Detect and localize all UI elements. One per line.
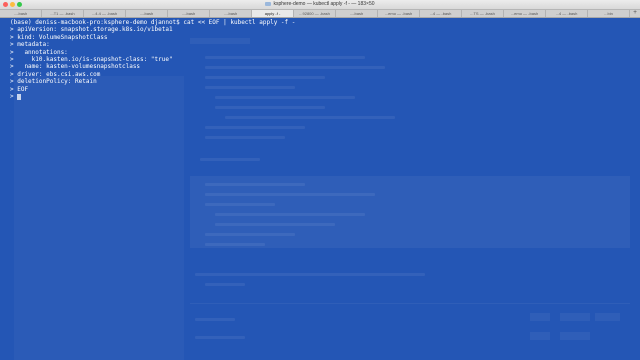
tab[interactable]: ...emo — -bash <box>504 10 546 17</box>
terminal-line: > EOF <box>10 85 29 93</box>
terminal-prompt-line: > <box>10 93 630 100</box>
terminal-line: > kind: VolumeSnapshotClass <box>10 33 108 41</box>
terminal-window: ksphere-demo — kubectl apply -f - — 183×… <box>0 0 640 360</box>
tab[interactable]: ...TS — -bash <box>462 10 504 17</box>
terminal-line: > apiVersion: snapshot.storage.k8s.io/v1… <box>10 26 173 34</box>
text-cursor <box>17 93 22 100</box>
terminal-line: (base) deniss-macbook-pro:ksphere-demo d… <box>10 19 296 26</box>
terminal-line: > annotations: <box>10 48 68 56</box>
tab[interactable]: ...-bash <box>126 10 168 17</box>
tab-active[interactable]: apply -f - <box>252 10 294 17</box>
terminal-line: > <box>10 93 18 101</box>
tab[interactable]: ...-bash <box>336 10 378 17</box>
window-title-area: ksphere-demo — kubectl apply -f - — 183×… <box>0 1 640 8</box>
terminal-line: > metadata: <box>10 41 50 49</box>
tab[interactable]: ...T1 — -bash <box>42 10 84 17</box>
title-bar: ksphere-demo — kubectl apply -f - — 183×… <box>0 0 640 10</box>
terminal-line: > k10.kasten.io/is-snapshot-class: "true… <box>10 56 173 64</box>
tab[interactable]: ...bin <box>588 10 630 17</box>
window-title: ksphere-demo — kubectl apply -f - — 183×… <box>273 1 375 7</box>
tab[interactable]: ...emo — -bash <box>378 10 420 17</box>
terminal-line: > driver: ebs.csi.aws.com <box>10 70 101 78</box>
tab[interactable]: ...-bash <box>210 10 252 17</box>
tab[interactable]: ...4.4 — -bash <box>84 10 126 17</box>
tab[interactable]: ...-bash <box>0 10 42 17</box>
terminal-output[interactable]: (base) deniss-macbook-pro:ksphere-demo d… <box>10 19 630 349</box>
new-tab-button[interactable]: + <box>630 10 640 17</box>
folder-icon <box>265 1 272 6</box>
tab[interactable]: ...-bash <box>168 10 210 17</box>
terminal-line: > deletionPolicy: Retain <box>10 78 97 86</box>
tab[interactable]: ...4 — -bash <box>546 10 588 17</box>
tab[interactable]: ...4 — -bash <box>420 10 462 17</box>
tab[interactable]: ...92800 — -bash <box>294 10 336 17</box>
terminal-line: > name: kasten-volumesnapshotclass <box>10 63 141 71</box>
tab-bar: ...-bash ...T1 — -bash ...4.4 — -bash ..… <box>0 10 640 18</box>
